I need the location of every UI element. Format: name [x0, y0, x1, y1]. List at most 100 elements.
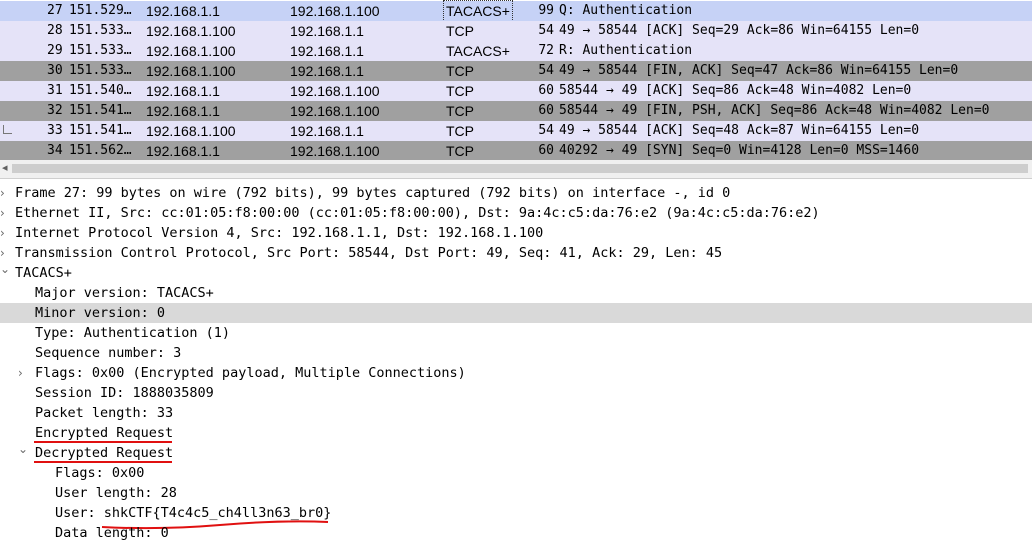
packet-length: 60 [538, 83, 554, 98]
detail-row[interactable]: › Transmission Control Protocol, Src Port… [0, 243, 1032, 263]
packet-destination: 192.168.1.100 [290, 143, 380, 159]
detail-text: Packet length: 33 [35, 405, 174, 421]
detail-text: Flags: 0x00 [55, 465, 145, 481]
packet-info: 58544 → 49 [FIN, PSH, ACK] Seq=86 Ack=48… [559, 103, 990, 118]
packet-protocol: TACACS+ [446, 43, 510, 59]
packet-destination: 192.168.1.1 [290, 43, 364, 59]
scroll-left-icon[interactable]: ◂ [2, 161, 8, 174]
packet-row[interactable]: 30 192.168.1.100 192.168.1.1 TCP 54 49 → 5854… [0, 61, 1032, 81]
detail-text: Transmission Control Protocol, Src Port:… [15, 245, 723, 261]
packet-source: 192.168.1.100 [146, 43, 236, 59]
detail-row[interactable]: › Internet Protocol Version 4, Src: 192.1… [0, 223, 1032, 243]
detail-row[interactable]: ⌄ TACACS+ [0, 262, 1032, 283]
detail-row[interactable]: Session ID: 1888035809 [0, 383, 1032, 403]
packet-protocol: TCP [446, 23, 474, 39]
detail-text: Frame 27: 99 bytes on wire (792 bits), 9… [15, 185, 731, 201]
packet-info: 49 → 58544 [ACK] Seq=48 Ack=87 Win=64155… [559, 123, 920, 138]
detail-text: Data length: 0 [55, 525, 169, 541]
detail-row[interactable]: Encrypted Request [0, 423, 1032, 443]
packet-length: 99 [538, 3, 554, 18]
packet-time: 151.541… [69, 123, 132, 138]
packet-row[interactable]: 32 192.168.1.1 192.168.1.100 TCP 60 58544 → 4… [0, 101, 1032, 121]
chevron-right-icon[interactable]: › [0, 223, 5, 243]
chevron-down-icon[interactable]: ⌄ [18, 439, 28, 459]
packet-source: 192.168.1.1 [146, 103, 220, 119]
packet-number: 30 [47, 63, 63, 78]
related-packet-line [3, 125, 12, 134]
packet-time: 151.533… [69, 63, 132, 78]
packet-info: 40292 → 49 [SYN] Seq=0 Win=4128 Len=0 MS… [559, 143, 920, 158]
detail-row[interactable]: › Ethernet II, Src: cc:01:05:f8:00:00 (cc… [0, 203, 1032, 223]
chevron-down-icon[interactable]: ⌄ [0, 259, 10, 279]
detail-text: Encrypted Request [35, 425, 174, 441]
detail-text: Major version: TACACS+ [35, 285, 214, 301]
packet-row[interactable]: 27 192.168.1.1 192.168.1.100 TACACS+ 99 Q: Au… [0, 0, 1032, 22]
packet-time: 151.533… [69, 23, 132, 38]
detail-text: Sequence number: 3 [35, 345, 182, 361]
packet-time: 151.541… [69, 103, 132, 118]
packet-info: 49 → 58544 [FIN, ACK] Seq=47 Ack=86 Win=… [559, 63, 959, 78]
packet-destination: 192.168.1.100 [290, 83, 380, 99]
packet-row[interactable]: 34 192.168.1.1 192.168.1.100 TCP 60 40292 → 4… [0, 141, 1032, 161]
packet-destination: 192.168.1.100 [290, 3, 380, 19]
packet-time: 151.529… [69, 3, 132, 18]
packet-number: 32 [47, 103, 63, 118]
detail-row[interactable]: Minor version: 0 [0, 303, 1032, 323]
detail-text: Flags: 0x00 (Encrypted payload, Multiple… [35, 365, 466, 381]
detail-text: Session ID: 1888035809 [35, 385, 214, 401]
chevron-right-icon[interactable]: › [18, 363, 23, 383]
packet-protocol: TACACS+ [443, 0, 513, 22]
packet-row[interactable]: 31 192.168.1.1 192.168.1.100 TCP 60 58544 → 4… [0, 81, 1032, 101]
packet-number: 27 [47, 3, 63, 18]
packet-protocol: TCP [446, 123, 474, 139]
detail-row[interactable]: Flags: 0x00 [0, 463, 1032, 483]
packet-source: 192.168.1.1 [146, 83, 220, 99]
packet-time: 151.540… [69, 83, 132, 98]
detail-row[interactable]: Major version: TACACS+ [0, 283, 1032, 303]
packet-info: R: Authentication [559, 43, 693, 58]
detail-row[interactable]: Data length: 0 [0, 523, 1032, 543]
detail-row[interactable]: Sequence number: 3 [0, 343, 1032, 363]
packet-length: 54 [538, 63, 554, 78]
chevron-right-icon[interactable]: › [0, 183, 5, 203]
packet-source: 192.168.1.100 [146, 123, 236, 139]
packet-number: 29 [47, 43, 63, 58]
packet-destination: 192.168.1.1 [290, 63, 364, 79]
detail-row[interactable]: Packet length: 33 [0, 403, 1032, 423]
packet-list[interactable]: 27 192.168.1.1 192.168.1.100 TACACS+ 99 Q: Au… [0, 0, 1032, 161]
detail-row[interactable]: › Flags: 0x00 (Encrypted payload, Multipl… [0, 363, 1032, 383]
packet-protocol: TCP [446, 103, 474, 119]
chevron-right-icon[interactable]: › [0, 203, 5, 223]
detail-row[interactable]: ⌄ Decrypted Request [0, 442, 1032, 463]
packet-number: 33 [47, 123, 63, 138]
detail-text: Ethernet II, Src: cc:01:05:f8:00:00 (cc:… [15, 205, 820, 221]
packet-length: 60 [538, 103, 554, 118]
detail-text: Minor version: 0 [35, 305, 166, 321]
packet-row[interactable]: 33 192.168.1.100 192.168.1.1 TCP 54 49 → 5854… [0, 121, 1032, 141]
detail-row[interactable]: Type: Authentication (1) [0, 323, 1032, 343]
detail-row[interactable]: › Frame 27: 99 bytes on wire (792 bits), … [0, 183, 1032, 203]
packet-number: 31 [47, 83, 63, 98]
packet-source: 192.168.1.1 [146, 143, 220, 159]
packet-destination: 192.168.1.100 [290, 103, 380, 119]
detail-text: Type: Authentication (1) [35, 325, 231, 341]
packet-info: 58544 → 49 [ACK] Seq=86 Ack=48 Win=4082 … [559, 83, 912, 98]
scrollbar-thumb[interactable] [12, 164, 1028, 173]
packet-protocol: TCP [446, 63, 474, 79]
packet-time: 151.562… [69, 143, 132, 158]
horizontal-scrollbar[interactable]: ◂ [0, 160, 1032, 179]
packet-source: 192.168.1.100 [146, 23, 236, 39]
packet-time: 151.533… [69, 43, 132, 58]
detail-row[interactable]: User length: 28 [0, 483, 1032, 503]
packet-row[interactable]: 29 192.168.1.100 192.168.1.1 TACACS+ 72 R: Au… [0, 41, 1032, 61]
packet-details-tree[interactable]: › Frame 27: 99 bytes on wire (792 bits), … [0, 181, 1032, 560]
packet-row[interactable]: 28 192.168.1.100 192.168.1.1 TCP 54 49 → 5854… [0, 21, 1032, 41]
detail-text: Internet Protocol Version 4, Src: 192.16… [15, 225, 544, 241]
packet-protocol: TCP [446, 83, 474, 99]
packet-info: Q: Authentication [559, 3, 693, 18]
detail-text: TACACS+ [15, 265, 72, 281]
packet-destination: 192.168.1.1 [290, 123, 364, 139]
packet-number: 34 [47, 143, 63, 158]
packet-source: 192.168.1.100 [146, 63, 236, 79]
packet-destination: 192.168.1.1 [290, 23, 364, 39]
